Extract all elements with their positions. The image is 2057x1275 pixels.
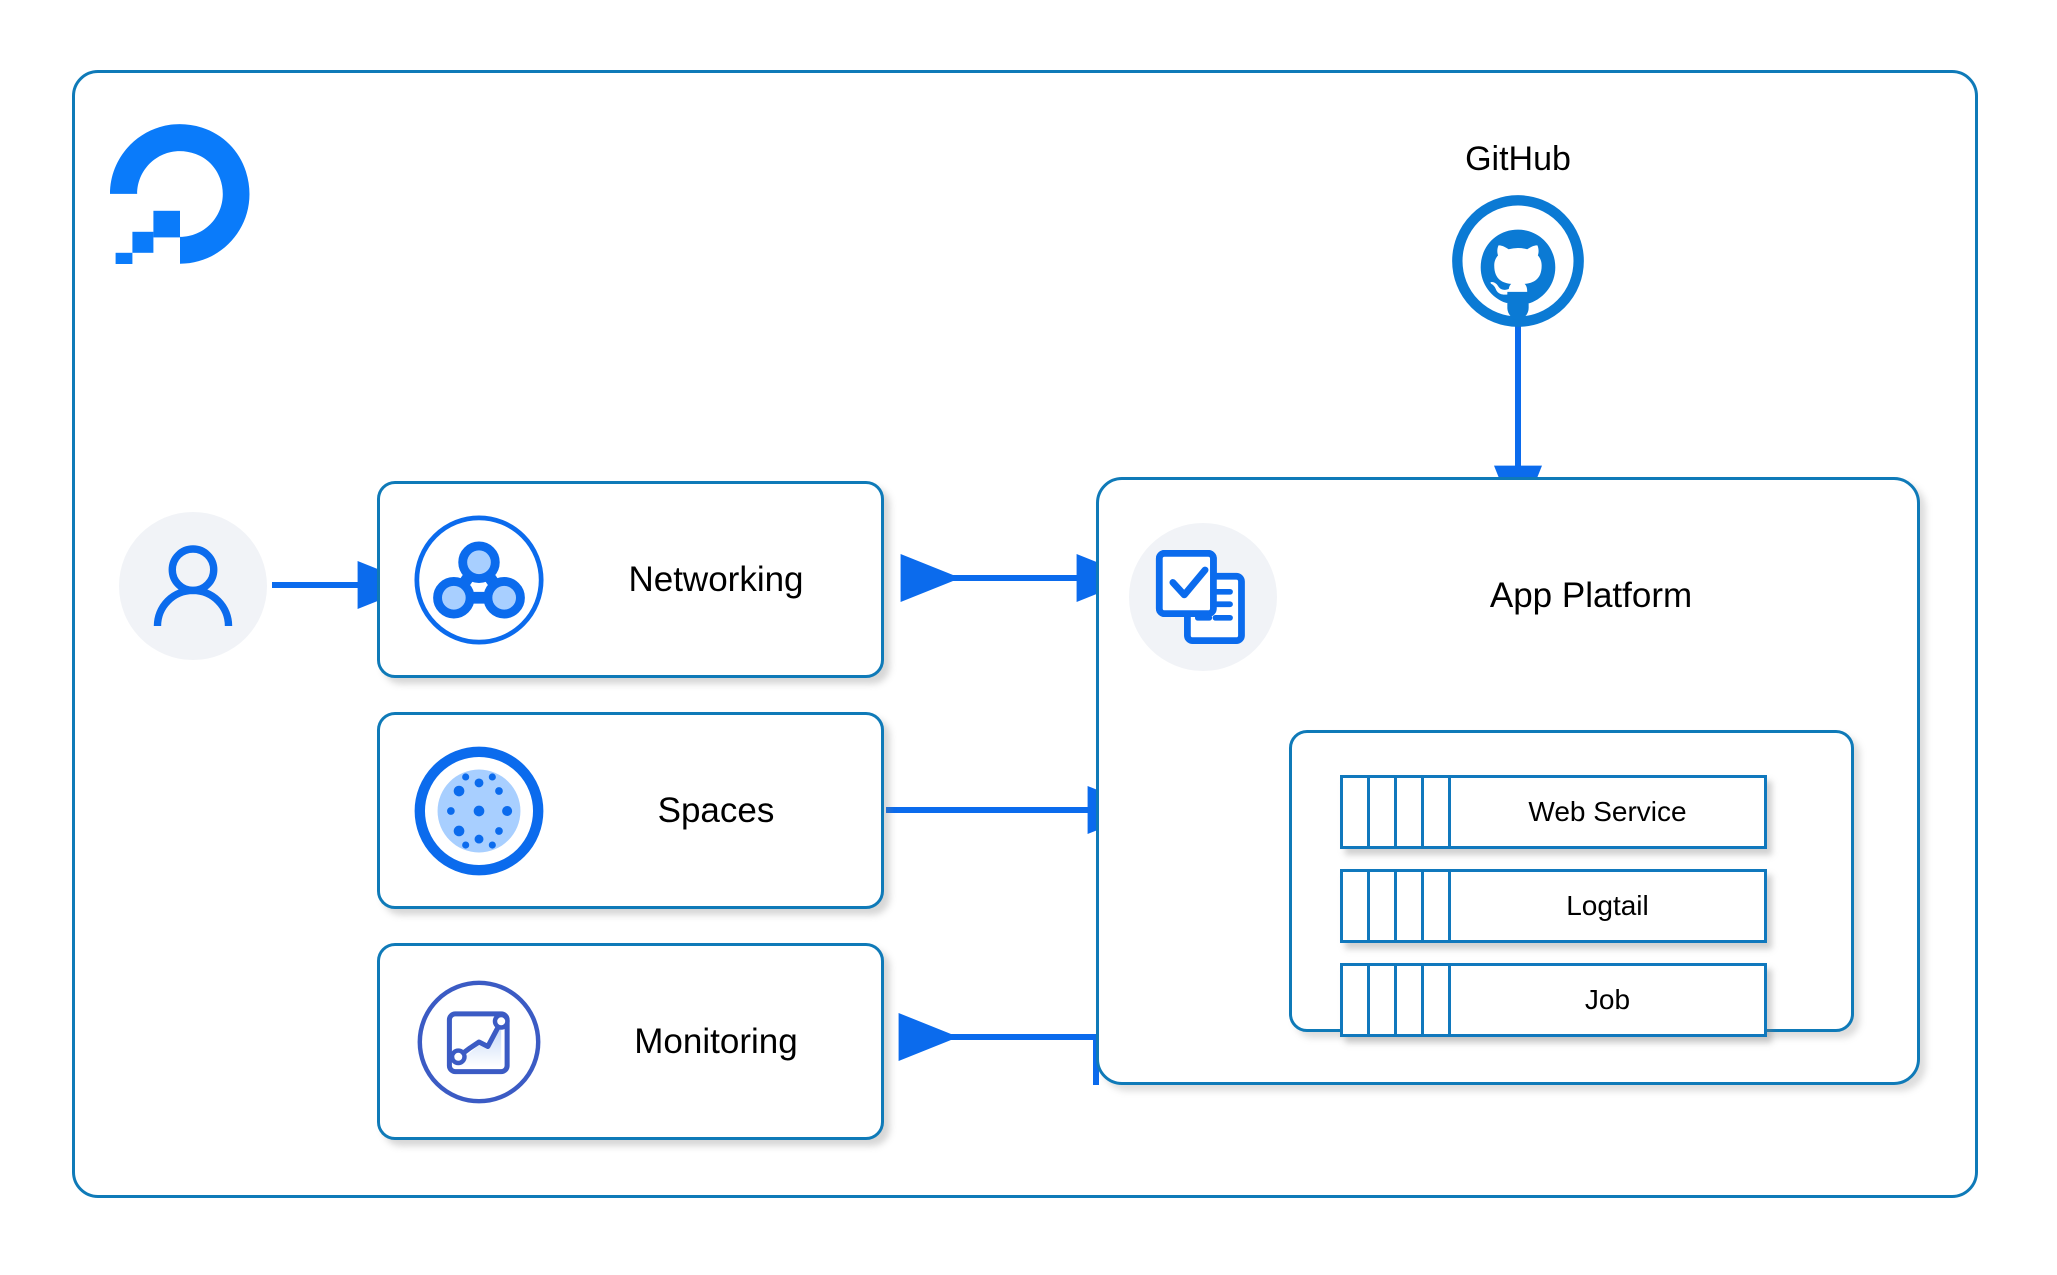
diagram-canvas: GitHub [0, 0, 2057, 1275]
component-cell [1370, 778, 1397, 846]
service-label-networking: Networking [565, 560, 867, 600]
component-row[interactable]: Logtail [1340, 869, 1767, 943]
service-card-spaces[interactable]: Spaces [377, 712, 884, 909]
component-cell [1370, 966, 1397, 1034]
component-label-logtail: Logtail [1451, 872, 1764, 940]
service-card-networking[interactable]: Networking [377, 481, 884, 678]
spaces-icon [405, 737, 553, 885]
service-label-spaces: Spaces [565, 791, 867, 831]
service-label-monitoring: Monitoring [565, 1022, 867, 1062]
networking-icon [405, 506, 553, 654]
app-platform-title: App Platform [1289, 576, 1893, 616]
component-row[interactable]: Web Service [1340, 775, 1767, 849]
app-platform-icon-background [1129, 523, 1277, 671]
component-cell [1424, 966, 1451, 1034]
component-label-job: Job [1451, 966, 1764, 1034]
github-icon [1444, 190, 1592, 338]
component-row[interactable]: Job [1340, 963, 1767, 1037]
component-cell [1397, 966, 1424, 1034]
component-cell [1397, 872, 1424, 940]
github-label: GitHub [1410, 140, 1626, 179]
component-cell [1343, 872, 1370, 940]
service-card-monitoring[interactable]: Monitoring [377, 943, 884, 1140]
component-label-web-service: Web Service [1451, 778, 1764, 846]
digitalocean-logo [110, 124, 250, 264]
app-platform-container[interactable]: App Platform Web Service Logtail [1096, 477, 1920, 1085]
app-platform-icon [1151, 545, 1255, 649]
component-cell [1370, 872, 1397, 940]
component-cell [1424, 778, 1451, 846]
user-avatar [119, 512, 267, 660]
component-cell [1397, 778, 1424, 846]
component-cell [1343, 778, 1370, 846]
monitoring-icon [405, 968, 553, 1116]
app-components-container: Web Service Logtail Job [1289, 730, 1854, 1032]
component-cell [1424, 872, 1451, 940]
component-cell [1343, 966, 1370, 1034]
